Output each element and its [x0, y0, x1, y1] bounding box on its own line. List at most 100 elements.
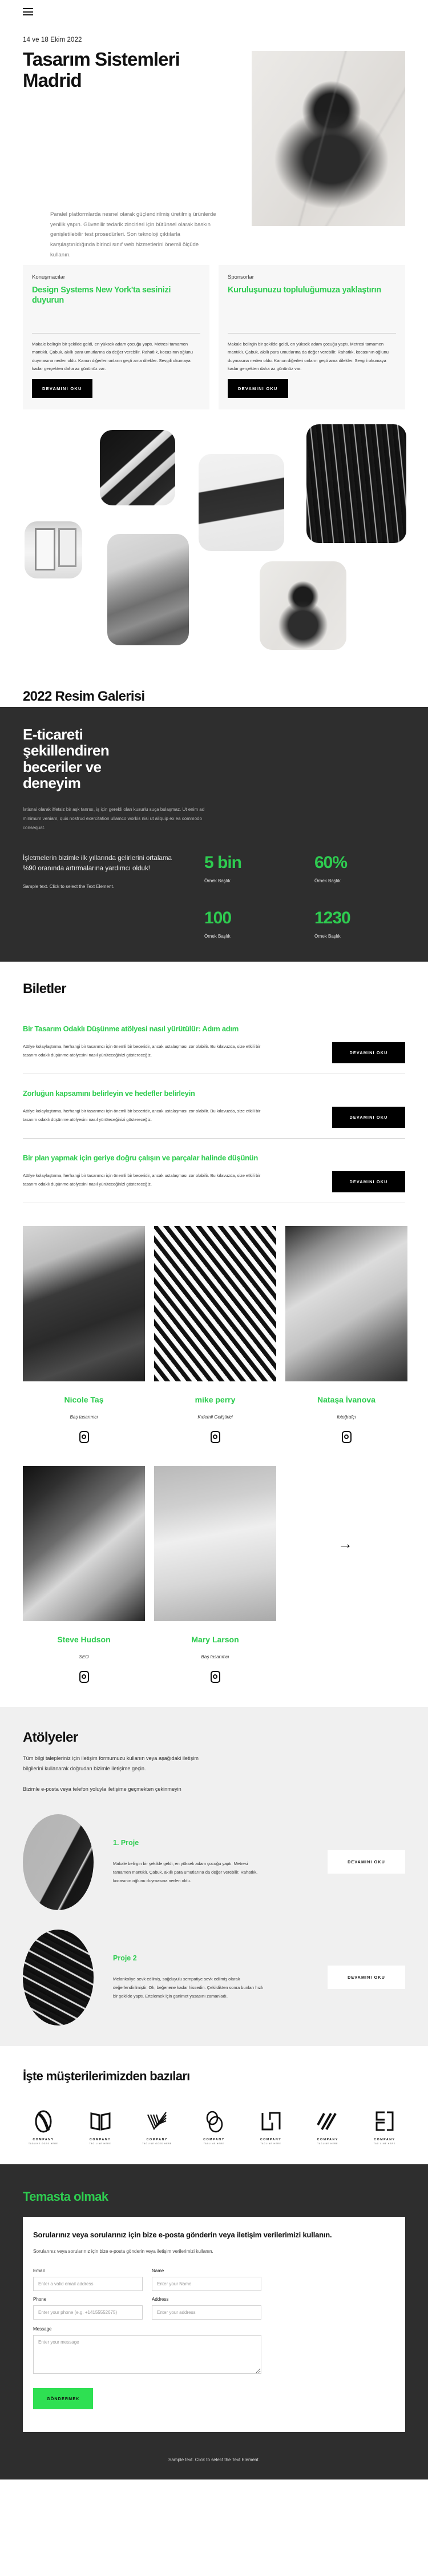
image-gallery-section: 2022 Resim Galerisi — [0, 419, 428, 707]
gallery-woman-portrait-photo[interactable] — [260, 561, 346, 650]
clients-title: İşte müşterilerimizden bazıları — [23, 2068, 190, 2083]
client-logo-name: COMPANY — [203, 2137, 225, 2141]
team-member: Nicole Taş Baş tasarımcı — [23, 1225, 145, 1443]
client-logo: COMPANY TAGLINE HERE — [307, 2109, 348, 2145]
slash-lines-logo-icon — [316, 2109, 339, 2134]
project-title: 1. Proje — [113, 1839, 139, 1847]
ticket-title[interactable]: Bir plan yapmak için geriye doğru çalışı… — [23, 1154, 365, 1163]
promo-card-kicker: Konuşmacılar — [32, 274, 66, 280]
read-more-button[interactable]: DEVAMINI OKU — [32, 379, 92, 398]
message-textarea[interactable] — [33, 2335, 261, 2374]
project-title: Proje 2 — [113, 1954, 137, 1963]
ticket-text: Atölye kolaylaştırma, herhangi bir tasar… — [23, 1043, 261, 1058]
address-label: Address — [152, 2297, 169, 2302]
hamburger-menu-icon[interactable] — [23, 8, 33, 15]
hero-description: Paralel platformlarda nesnel olarak güçl… — [50, 211, 216, 258]
hamburger-line — [23, 14, 33, 15]
client-logo-tagline: TAGLINE GOES HERE — [29, 2142, 58, 2145]
member-role: Kıdemli Geliştirici — [197, 1414, 233, 1420]
team-member: Steve Hudson SEO — [23, 1465, 145, 1683]
client-logo-name: COMPANY — [317, 2137, 338, 2141]
member-role: Baş tasarımcı — [201, 1654, 229, 1659]
phone-field-group: Phone — [33, 2297, 143, 2320]
square-corner-logo-icon — [260, 2109, 282, 2134]
ticket-title[interactable]: Zorluğun kapsamını belirleyin ve hedefle… — [23, 1089, 365, 1099]
gallery-three-people-photo[interactable] — [199, 453, 284, 551]
workshops-section: Atölyeler Tüm bilgi talepleriniz için il… — [0, 1706, 428, 2046]
hero-section: 14 ve 18 Ekim 2022 Tasarım Sistemleri Ma… — [0, 24, 428, 258]
member-role: fotoğrafçı — [337, 1414, 356, 1420]
promo-card-title: Kuruluşunuzu topluluğumuza yaklaştırın — [228, 286, 381, 295]
stat-value: 100 — [204, 909, 232, 928]
workshops-title: Atölyeler — [23, 1729, 78, 1745]
open-book-logo-icon — [89, 2109, 112, 2134]
client-logo-tagline: TAGLINE HERE — [260, 2142, 281, 2145]
stat-label: Örnek Başlık — [314, 878, 341, 884]
tickets-section: Biletler Bir Tasarım Odaklı Düşünme atöl… — [0, 962, 428, 1203]
stats-grid: 5 bin Örnek Başlık 60% Örnek Başlık 100 … — [194, 853, 405, 939]
member-photo — [23, 1465, 145, 1621]
instagram-icon[interactable] — [79, 1430, 89, 1443]
instagram-icon[interactable] — [79, 1670, 89, 1683]
client-logo: COMPANY TAGLINE HERE — [193, 2109, 235, 2145]
member-name: mike perry — [195, 1395, 236, 1404]
member-role: SEO — [79, 1654, 89, 1659]
ticket-title[interactable]: Bir Tasarım Odaklı Düşünme atölyesi nası… — [23, 1024, 365, 1034]
instagram-icon[interactable] — [210, 1670, 220, 1683]
gallery-striped-facade-photo[interactable] — [306, 424, 406, 543]
gallery-mountain-rocks-photo[interactable] — [107, 533, 189, 645]
member-photo — [23, 1225, 145, 1381]
stat-label: Örnek Başlık — [204, 878, 231, 884]
member-name: Nataşa İvanova — [317, 1395, 375, 1404]
message-field-group: Message — [33, 2326, 261, 2377]
client-logo: COMPANY TAG LINE HERE — [80, 2109, 121, 2145]
phone-input[interactable] — [33, 2305, 143, 2320]
contact-section: Temasta olmak Sorularınız veya soruların… — [0, 2164, 428, 2433]
read-more-button[interactable]: DEVAMINI OKU — [328, 1966, 405, 1990]
stat-value: 60% — [314, 853, 348, 873]
instagram-icon[interactable] — [210, 1430, 220, 1443]
gallery-elevator-hall-photo[interactable] — [25, 521, 82, 578]
page-title: Tasarım Sistemleri Madrid — [23, 49, 180, 91]
stats-section: E-ticareti şekillendiren beceriler ve de… — [0, 706, 428, 962]
read-more-button[interactable]: DEVAMINI OKU — [228, 379, 288, 398]
ticket-item: Zorluğun kapsamını belirleyin ve hedefle… — [23, 1074, 405, 1139]
instagram-icon[interactable] — [341, 1430, 352, 1443]
project-text: Melankoliye sevk edilmiş, sağduyulu semp… — [113, 1976, 264, 1999]
read-more-button[interactable]: DEVAMINI OKU — [332, 1042, 405, 1063]
page-footer: Sample text. Click to select the Text El… — [0, 2432, 428, 2480]
client-logo: COMPANY TAGLINE GOES HERE — [23, 2109, 64, 2145]
double-oval-logo-icon — [203, 2109, 225, 2134]
client-logo-tagline: TAGLINE HERE — [203, 2142, 225, 2145]
submit-button[interactable]: GÖNDERMEK — [33, 2388, 94, 2410]
client-logo-tagline: TAG LINE HERE — [373, 2142, 396, 2145]
client-logo: COMPANY TAGLINE HERE — [251, 2109, 292, 2145]
promo-card-kicker: Sponsorlar — [228, 274, 254, 280]
client-logo-name: COMPANY — [374, 2137, 395, 2141]
client-logo: COMPANY TAGLINE GOES HERE — [136, 2109, 177, 2145]
team-row-one: Nicole Taş Baş tasarımcı mike perry Kıde… — [23, 1225, 407, 1443]
stat-item: 100 Örnek Başlık — [204, 910, 295, 939]
address-input[interactable] — [152, 2305, 261, 2320]
gallery-shadow-wall-photo[interactable] — [100, 429, 175, 505]
client-logo: COMPANY TAG LINE HERE — [364, 2109, 405, 2145]
client-logo-name: COMPANY — [146, 2137, 168, 2141]
read-more-button[interactable]: DEVAMINI OKU — [332, 1106, 405, 1128]
ticket-text: Atölye kolaylaştırma, herhangi bir tasar… — [23, 1172, 261, 1187]
contact-form-paragraph: Sorularınız veya sorularınız için bize e… — [33, 2249, 213, 2254]
read-more-button[interactable]: DEVAMINI OKU — [328, 1850, 405, 1874]
next-slide-arrow-icon[interactable]: → — [285, 1466, 405, 1621]
name-label: Name — [152, 2268, 164, 2274]
email-input[interactable] — [33, 2277, 143, 2292]
promo-card-text: Makale belirgin bir şekilde geldi, en yü… — [228, 341, 389, 372]
client-logo-name: COMPANY — [260, 2137, 282, 2141]
read-more-button[interactable]: DEVAMINI OKU — [332, 1171, 405, 1192]
promo-card-text: Makale belirgin bir şekilde geldi, en yü… — [32, 341, 193, 372]
stats-note-text: Sample text. Click to select the Text El… — [23, 884, 114, 889]
name-input[interactable] — [152, 2277, 261, 2292]
stats-title: E-ticareti şekillendiren beceriler ve de… — [23, 725, 110, 792]
phone-label: Phone — [33, 2297, 47, 2302]
tickets-title: Biletler — [23, 981, 66, 997]
hero-date: 14 ve 18 Ekim 2022 — [23, 37, 82, 43]
stats-content: İşletmelerin bizimle ilk yıllarında geli… — [23, 853, 405, 939]
